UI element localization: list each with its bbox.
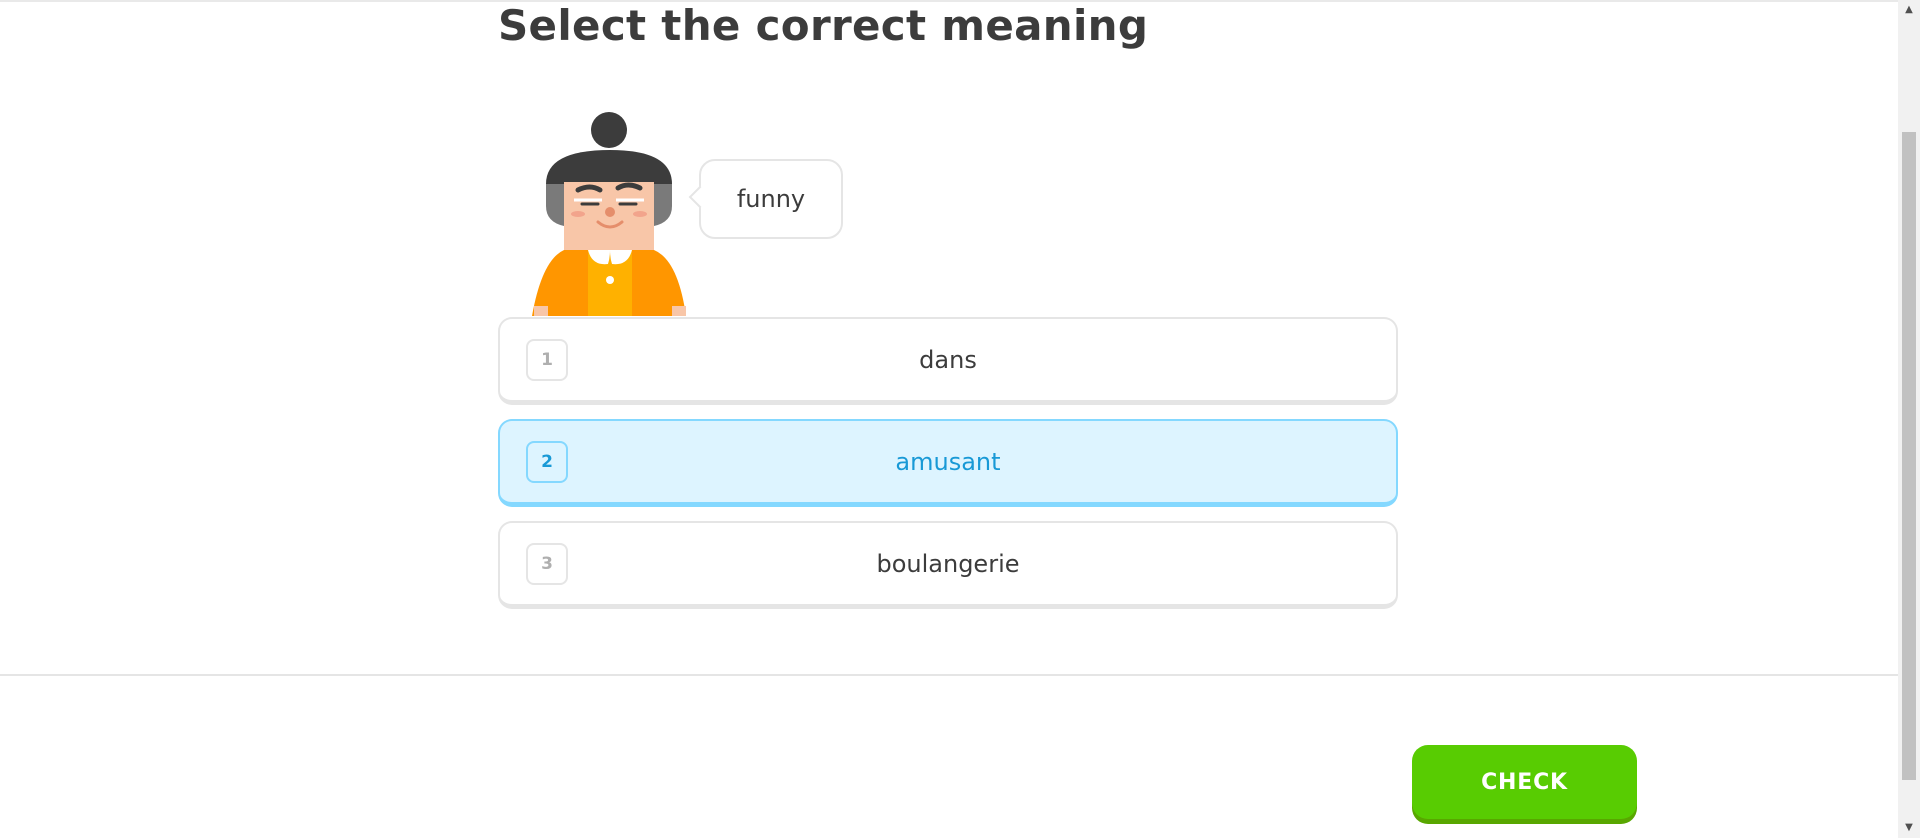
choice-number-badge: 2 bbox=[526, 441, 568, 483]
speech-bubble: funny bbox=[688, 159, 843, 239]
choice-label: boulangerie bbox=[876, 549, 1020, 578]
scroll-down-arrow-icon[interactable]: ▼ bbox=[1898, 818, 1920, 838]
page-scrollbar[interactable]: ▲ ▼ bbox=[1898, 0, 1920, 838]
scroll-up-arrow-icon[interactable]: ▲ bbox=[1898, 0, 1920, 20]
choice-option-2[interactable]: 2 amusant bbox=[498, 419, 1398, 507]
choice-label: amusant bbox=[895, 447, 1001, 476]
character-icon bbox=[528, 108, 692, 316]
scroll-thumb[interactable] bbox=[1902, 132, 1916, 780]
choice-option-1[interactable]: 1 dans bbox=[498, 317, 1398, 405]
choice-list: 1 dans 2 amusant 3 boulangerie bbox=[498, 317, 1398, 623]
choice-number-badge: 3 bbox=[526, 543, 568, 585]
speech-bubble-tail bbox=[688, 185, 712, 209]
choice-option-3[interactable]: 3 boulangerie bbox=[498, 521, 1398, 609]
choice-label: dans bbox=[919, 345, 977, 374]
page-title: Select the correct meaning bbox=[498, 1, 1149, 50]
check-button[interactable]: CHECK bbox=[1412, 745, 1637, 819]
speech-bubble-text: funny bbox=[736, 185, 806, 213]
footer-divider bbox=[0, 674, 1898, 676]
choice-number-badge: 1 bbox=[526, 339, 568, 381]
